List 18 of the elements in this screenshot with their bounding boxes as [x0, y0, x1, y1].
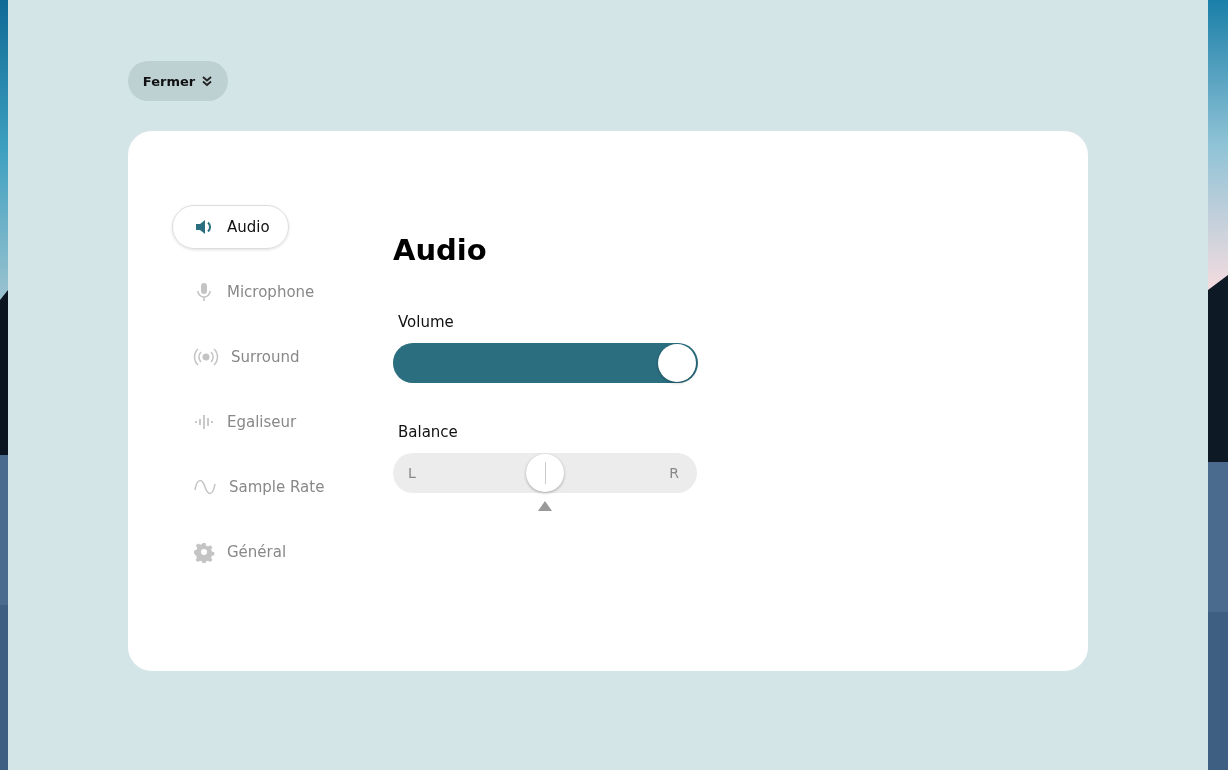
- nav-item[interactable]: Général: [172, 530, 306, 574]
- nav-item[interactable]: Sample Rate: [172, 465, 344, 509]
- page-title: Audio: [393, 233, 488, 267]
- nav-item[interactable]: Surround: [172, 335, 319, 379]
- nav-item[interactable]: Egaliseur: [172, 400, 316, 444]
- close-button[interactable]: Fermer: [128, 61, 228, 101]
- balance-label: Balance: [398, 423, 459, 441]
- broadcast-icon: [193, 346, 219, 368]
- triangle-icon: [538, 501, 552, 511]
- balance-slider[interactable]: L R: [393, 453, 697, 493]
- volume-label: Volume: [398, 313, 455, 331]
- right-label: R: [669, 465, 679, 481]
- double-chevron-icon: [201, 75, 214, 87]
- slider-thumb[interactable]: [526, 454, 564, 492]
- volume-slider[interactable]: [393, 343, 697, 383]
- gear-icon: [193, 541, 215, 563]
- left-label: L: [408, 465, 416, 481]
- nav-item[interactable]: Microphone: [172, 270, 334, 314]
